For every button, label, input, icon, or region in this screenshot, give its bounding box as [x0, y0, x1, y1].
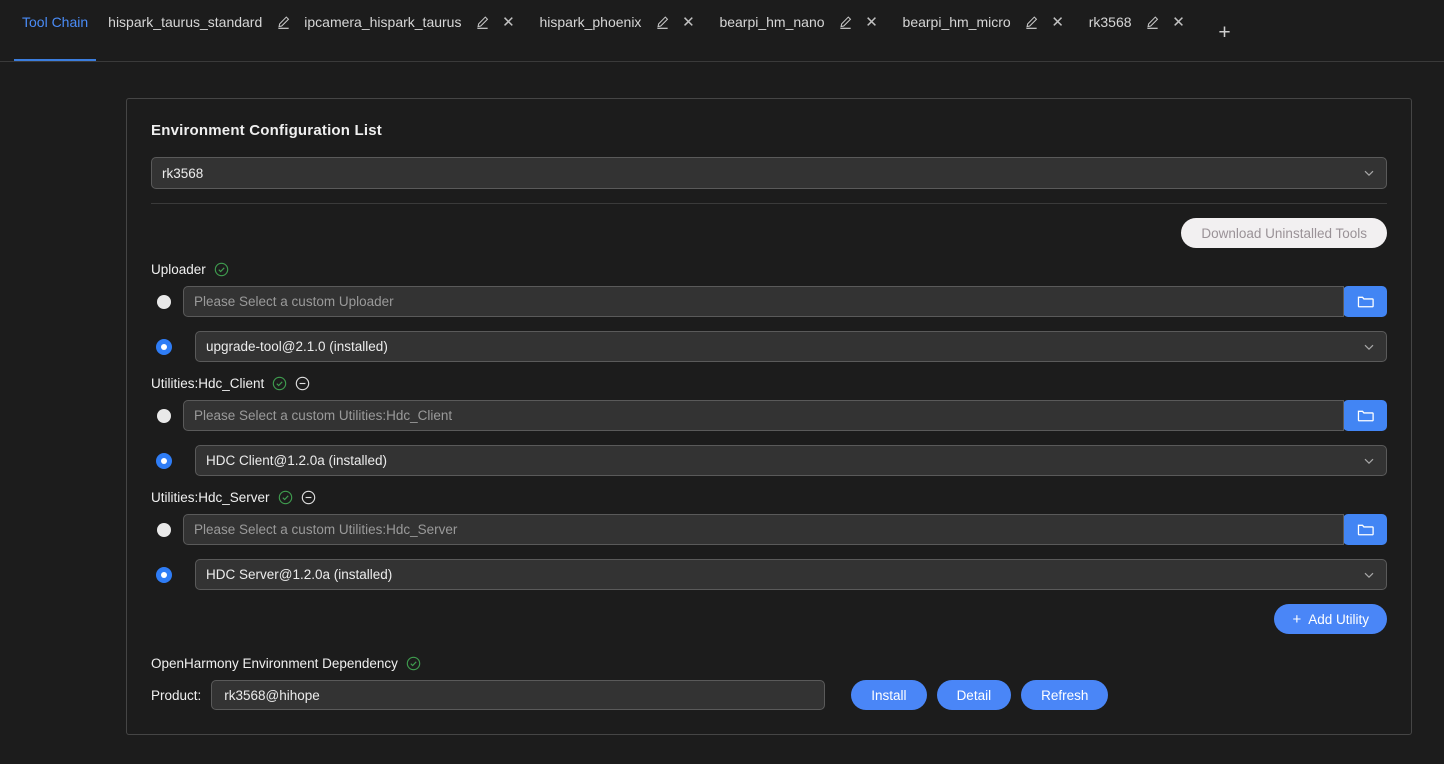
hdc-client-custom-path-input[interactable]: Please Select a custom Utilities:Hdc_Cli…	[183, 400, 1344, 431]
download-row: Download Uninstalled Tools	[151, 218, 1387, 248]
environment-configuration-card: Environment Configuration List rk3568 Do…	[126, 98, 1412, 735]
folder-icon[interactable]	[1343, 514, 1387, 545]
tab-bearpi-hm-micro[interactable]: bearpi_hm_micro ✕	[893, 0, 1079, 61]
download-uninstalled-tools-button[interactable]: Download Uninstalled Tools	[1181, 218, 1387, 248]
main-content: Environment Configuration List rk3568 Do…	[0, 62, 1444, 735]
add-utility-label: Add Utility	[1308, 612, 1369, 627]
product-buttons: Install Detail Refresh	[851, 680, 1108, 710]
section-title: Uploader	[151, 262, 206, 277]
hdc-client-installed-row: HDC Client@1.2.0a (installed)	[151, 445, 1387, 476]
section-header: Utilities:Hdc_Server	[151, 490, 1387, 505]
page-title: Environment Configuration List	[151, 122, 1387, 139]
add-utility-row: + Add Utility	[151, 604, 1387, 634]
close-icon[interactable]: ✕	[497, 11, 519, 33]
radio-hdc-server-installed[interactable]	[157, 568, 171, 582]
folder-icon[interactable]	[1343, 286, 1387, 317]
check-circle-icon	[214, 262, 229, 277]
pencil-edit-icon[interactable]	[1021, 11, 1043, 33]
uploader-custom-placeholder: Please Select a custom Uploader	[194, 294, 1333, 309]
plus-icon: +	[1292, 612, 1301, 627]
tab-label: rk3568	[1079, 15, 1142, 47]
folder-icon[interactable]	[1343, 400, 1387, 431]
tab-bearpi-hm-nano[interactable]: bearpi_hm_nano ✕	[709, 0, 892, 61]
radio-hdc-server-custom[interactable]	[157, 523, 171, 537]
tab-label: hispark_phoenix	[529, 15, 651, 47]
add-utility-button[interactable]: + Add Utility	[1274, 604, 1387, 634]
hdc-client-installed-select[interactable]: HDC Client@1.2.0a (installed)	[195, 445, 1387, 476]
uploader-custom-row: Please Select a custom Uploader	[151, 286, 1387, 317]
section-utilities-hdc-client: Utilities:Hdc_Client Please Select a cus…	[151, 376, 1387, 476]
pencil-edit-icon[interactable]	[651, 11, 673, 33]
radio-uploader-custom[interactable]	[157, 295, 171, 309]
hdc-server-installed-value: HDC Server@1.2.0a (installed)	[206, 567, 1354, 582]
chevron-down-icon	[1362, 454, 1376, 468]
product-row: Product: Install Detail Refresh	[151, 680, 1387, 710]
detail-button[interactable]: Detail	[937, 680, 1012, 710]
tab-rk3568[interactable]: rk3568 ✕	[1079, 0, 1200, 61]
new-tab-icon[interactable]: +	[1214, 22, 1236, 44]
section-header: Uploader	[151, 262, 1387, 277]
tab-bar: Tool Chain hispark_taurus_standard ipcam…	[0, 0, 1444, 62]
tab-hispark-taurus-standard[interactable]: hispark_taurus_standard	[98, 0, 294, 61]
tab-label: bearpi_hm_micro	[893, 15, 1021, 47]
environment-select-value: rk3568	[162, 166, 1354, 181]
tab-label: hispark_taurus_standard	[98, 15, 272, 47]
close-icon[interactable]: ✕	[861, 11, 883, 33]
minus-circle-icon[interactable]	[295, 376, 310, 391]
section-header: Utilities:Hdc_Client	[151, 376, 1387, 391]
uploader-installed-select[interactable]: upgrade-tool@2.1.0 (installed)	[195, 331, 1387, 362]
section-title: Utilities:Hdc_Server	[151, 490, 270, 505]
close-icon[interactable]: ✕	[1168, 11, 1190, 33]
dependency-title: OpenHarmony Environment Dependency	[151, 656, 398, 671]
chevron-down-icon	[1362, 568, 1376, 582]
close-icon[interactable]: ✕	[1047, 11, 1069, 33]
pencil-edit-icon[interactable]	[471, 11, 493, 33]
radio-uploader-installed[interactable]	[157, 340, 171, 354]
hdc-server-installed-select[interactable]: HDC Server@1.2.0a (installed)	[195, 559, 1387, 590]
section-title: Utilities:Hdc_Client	[151, 376, 264, 391]
radio-hdc-client-installed[interactable]	[157, 454, 171, 468]
tab-label: Tool Chain	[12, 15, 98, 47]
tab-label: ipcamera_hispark_taurus	[294, 15, 471, 47]
hdc-server-installed-row: HDC Server@1.2.0a (installed)	[151, 559, 1387, 590]
pencil-edit-icon[interactable]	[835, 11, 857, 33]
hdc-client-custom-placeholder: Please Select a custom Utilities:Hdc_Cli…	[194, 408, 1333, 423]
radio-hdc-client-custom[interactable]	[157, 409, 171, 423]
product-input[interactable]	[211, 680, 825, 710]
uploader-custom-path-input[interactable]: Please Select a custom Uploader	[183, 286, 1344, 317]
section-utilities-hdc-server: Utilities:Hdc_Server Please Select a cus…	[151, 490, 1387, 590]
chevron-down-icon	[1362, 340, 1376, 354]
tab-label: bearpi_hm_nano	[709, 15, 834, 47]
close-icon[interactable]: ✕	[677, 11, 699, 33]
hdc-client-installed-value: HDC Client@1.2.0a (installed)	[206, 453, 1354, 468]
hdc-client-custom-row: Please Select a custom Utilities:Hdc_Cli…	[151, 400, 1387, 431]
pencil-edit-icon[interactable]	[1142, 11, 1164, 33]
uploader-installed-value: upgrade-tool@2.1.0 (installed)	[206, 339, 1354, 354]
tab-hispark-phoenix[interactable]: hispark_phoenix ✕	[529, 0, 709, 61]
check-circle-icon	[406, 656, 421, 671]
refresh-button[interactable]: Refresh	[1021, 680, 1108, 710]
minus-circle-icon[interactable]	[301, 490, 316, 505]
section-uploader: Uploader Please Select a custom Uploader	[151, 262, 1387, 362]
tab-ipcamera-hispark-taurus[interactable]: ipcamera_hispark_taurus ✕	[294, 0, 529, 61]
product-label: Product:	[151, 688, 201, 703]
install-button[interactable]: Install	[851, 680, 926, 710]
check-circle-icon	[278, 490, 293, 505]
pencil-edit-icon[interactable]	[272, 11, 294, 33]
environment-select[interactable]: rk3568	[151, 157, 1387, 189]
tab-tool-chain[interactable]: Tool Chain	[12, 0, 98, 61]
check-circle-icon	[272, 376, 287, 391]
uploader-installed-row: upgrade-tool@2.1.0 (installed)	[151, 331, 1387, 362]
divider	[151, 203, 1387, 204]
dependency-header: OpenHarmony Environment Dependency	[151, 656, 1387, 671]
hdc-server-custom-row: Please Select a custom Utilities:Hdc_Ser…	[151, 514, 1387, 545]
hdc-server-custom-placeholder: Please Select a custom Utilities:Hdc_Ser…	[194, 522, 1333, 537]
hdc-server-custom-path-input[interactable]: Please Select a custom Utilities:Hdc_Ser…	[183, 514, 1344, 545]
chevron-down-icon	[1362, 166, 1376, 180]
